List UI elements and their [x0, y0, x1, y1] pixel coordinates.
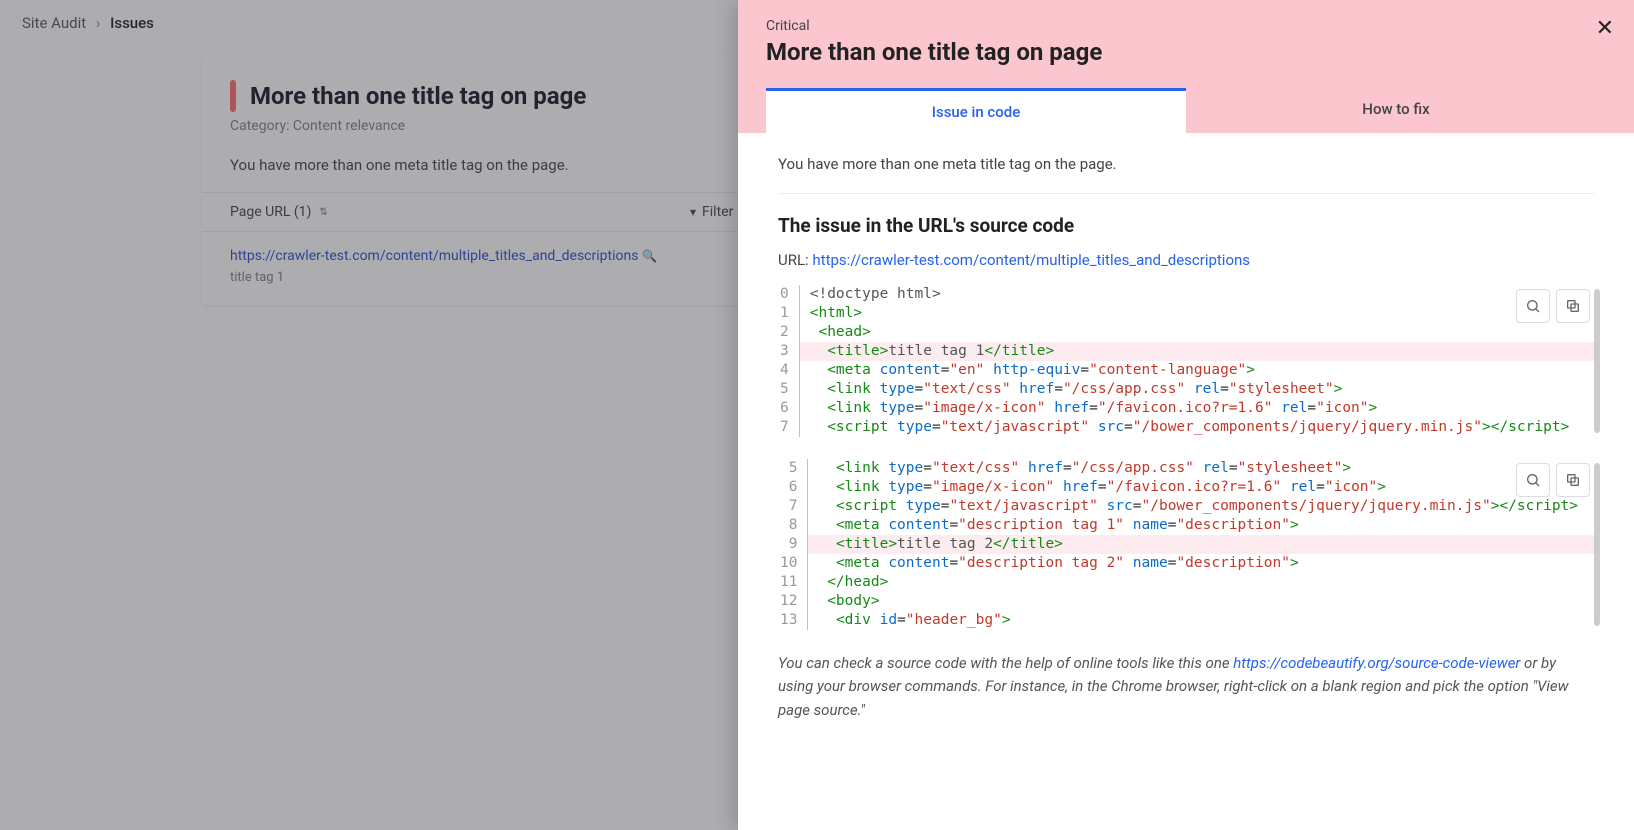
footnote-link[interactable]: https://codebeautify.org/source-code-vie…: [1233, 654, 1520, 672]
code-block-2: 5 6 7 8 9 10 11 12 13 <link type="text/c…: [778, 459, 1594, 630]
search-code-button[interactable]: [1516, 463, 1550, 497]
url-link[interactable]: https://crawler-test.com/content/multipl…: [812, 251, 1250, 269]
tab-how-to-fix[interactable]: How to fix: [1186, 88, 1606, 133]
footnote: You can check a source code with the hel…: [778, 652, 1594, 722]
code-scrollbar[interactable]: [1594, 289, 1600, 433]
url-line: URL: https://crawler-test.com/content/mu…: [778, 251, 1594, 269]
panel-subtitle: The issue in the URL's source code: [778, 214, 1594, 237]
code-block-1: 0 1 2 3 4 5 6 7 <!doctype html><html> <h…: [778, 285, 1594, 437]
copy-code-button[interactable]: [1556, 463, 1590, 497]
panel-description: You have more than one meta title tag on…: [778, 155, 1594, 173]
code-scrollbar[interactable]: [1594, 463, 1600, 626]
panel-body: You have more than one meta title tag on…: [738, 133, 1634, 830]
code-lines: <link type="text/css" href="/css/app.css…: [808, 459, 1594, 630]
panel-tabs: Issue in code How to fix: [766, 88, 1606, 133]
close-icon[interactable]: ✕: [1596, 16, 1614, 41]
copy-code-button[interactable]: [1556, 289, 1590, 323]
code-lines: <!doctype html><html> <head> <title>titl…: [800, 285, 1594, 437]
search-code-button[interactable]: [1516, 289, 1550, 323]
url-label: URL:: [778, 251, 809, 269]
severity-badge: Critical: [766, 18, 1606, 34]
panel-title: More than one title tag on page: [766, 38, 1606, 66]
line-gutter: 5 6 7 8 9 10 11 12 13: [778, 459, 808, 630]
line-gutter: 0 1 2 3 4 5 6 7: [778, 285, 800, 437]
issue-panel: ✕ Critical More than one title tag on pa…: [738, 0, 1634, 830]
panel-header: ✕ Critical More than one title tag on pa…: [738, 0, 1634, 133]
tab-issue-in-code[interactable]: Issue in code: [766, 88, 1186, 133]
divider: [778, 193, 1594, 194]
